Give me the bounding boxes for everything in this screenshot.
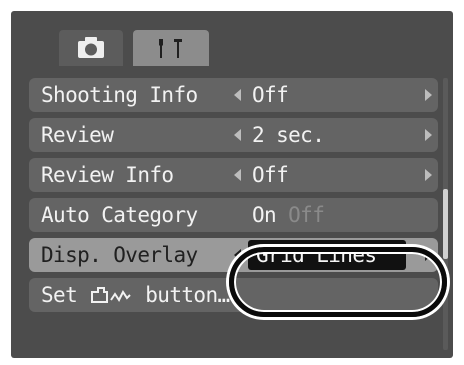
scroll-thumb[interactable] (443, 189, 448, 259)
menu-row-review-info[interactable]: Review Info Off (29, 158, 438, 192)
left-arrow-icon (234, 89, 241, 101)
wrench-icon (159, 39, 182, 58)
camera-icon (78, 37, 104, 58)
highlight-ring (229, 247, 447, 317)
menu-label: Auto Category (41, 203, 198, 227)
scrollbar[interactable] (443, 78, 448, 350)
value-selector[interactable]: Off (234, 158, 434, 192)
label-prefix: Set (41, 283, 78, 307)
menu-label: Disp. Overlay (41, 243, 198, 267)
right-arrow-icon (425, 169, 432, 181)
menu-label: Review (41, 123, 114, 147)
value-selector[interactable]: 2 sec. (234, 118, 434, 152)
right-arrow-icon (425, 129, 432, 141)
value-toggle[interactable]: On Off (234, 198, 434, 232)
tab-shooting[interactable] (59, 30, 123, 66)
menu-label: Set button… (41, 278, 230, 312)
menu-value-on[interactable]: On Off (252, 198, 325, 232)
menu-value: Off (252, 83, 289, 107)
menu-value: Off (252, 163, 289, 187)
menu-row-review[interactable]: Review 2 sec. (29, 118, 438, 152)
value-selector[interactable]: Off (234, 78, 434, 112)
right-arrow-icon (425, 89, 432, 101)
print-share-icon (91, 287, 131, 303)
value-on: On (252, 203, 277, 227)
menu-row-shooting-info[interactable]: Shooting Info Off (29, 78, 438, 112)
menu-label: Shooting Info (41, 83, 198, 107)
left-arrow-icon (234, 169, 241, 181)
label-suffix: button… (145, 283, 230, 307)
tab-setup[interactable] (133, 30, 209, 66)
left-arrow-icon (234, 129, 241, 141)
menu-label: Review Info (41, 163, 174, 187)
menu-value: 2 sec. (252, 123, 325, 147)
value-off: Off (288, 203, 325, 227)
menu-row-auto-category[interactable]: Auto Category On Off (29, 198, 438, 232)
